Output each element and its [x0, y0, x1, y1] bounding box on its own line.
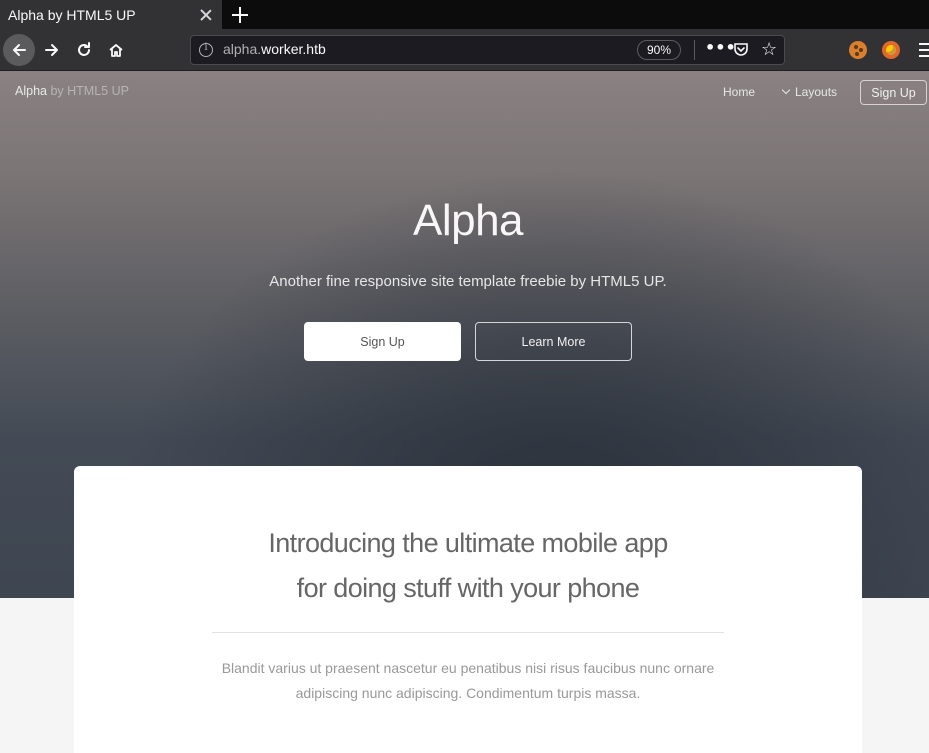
intro-heading-line-2: for doing stuff with your phone	[296, 573, 640, 603]
chevron-down-icon	[781, 85, 791, 95]
browser-tab[interactable]: Alpha by HTML5 UP	[0, 0, 222, 29]
bookmark-star-icon[interactable]: ☆	[761, 40, 777, 60]
intro-card: Introducing the ultimate mobile app for …	[74, 466, 862, 753]
nav-layouts-dropdown[interactable]: Layouts	[781, 85, 838, 99]
more-actions-icon[interactable]: •••	[705, 40, 736, 60]
close-icon[interactable]	[198, 7, 214, 23]
info-icon[interactable]	[199, 42, 213, 57]
intro-heading-line-1: Introducing the ultimate mobile app	[268, 528, 668, 558]
forward-button[interactable]	[36, 34, 68, 66]
intro-text-line-2: adipiscing nunc adipiscing. Condimentum …	[295, 685, 641, 701]
new-tab-icon[interactable]	[230, 5, 250, 25]
url-divider	[694, 40, 695, 60]
cookie-extension-icon[interactable]	[849, 41, 867, 59]
arrow-right-icon	[45, 44, 58, 56]
logo-name: Alpha	[15, 84, 47, 98]
home-icon	[109, 44, 123, 57]
signup-button[interactable]: Sign Up	[304, 322, 461, 361]
hero-title: Alpha	[412, 196, 524, 245]
hero-subtitle: Another fine responsive site template fr…	[269, 273, 667, 290]
reload-icon	[78, 42, 90, 56]
learn-more-button[interactable]: Learn More	[475, 322, 632, 361]
reload-button[interactable]	[68, 34, 100, 66]
arrow-left-icon	[13, 44, 26, 56]
firefox-extension-icon[interactable]	[882, 41, 900, 59]
back-button[interactable]	[3, 34, 35, 66]
url-subdomain: alpha.	[223, 41, 262, 57]
logo-byline: by HTML5 UP	[46, 84, 129, 98]
nav-home-link[interactable]: Home	[723, 85, 755, 99]
divider	[212, 632, 724, 633]
url-bar[interactable]: alpha.worker.htb 90% ••• ☆	[190, 35, 785, 65]
browser-toolbar: alpha.worker.htb 90% ••• ☆	[0, 29, 929, 71]
pocket-icon[interactable]	[733, 41, 749, 61]
zoom-indicator[interactable]: 90%	[637, 40, 681, 60]
intro-text: Blandit varius ut praesent nascetur eu p…	[204, 656, 732, 706]
intro-heading: Introducing the ultimate mobile app for …	[74, 521, 862, 611]
tab-title: Alpha by HTML5 UP	[8, 6, 136, 23]
intro-text-line-1: Blandit varius ut praesent nascetur eu p…	[221, 660, 715, 676]
url-domain: worker.htb	[261, 41, 326, 57]
url-text[interactable]: alpha.worker.htb	[223, 41, 326, 57]
site-logo[interactable]: Alpha by HTML5 UP	[15, 84, 129, 98]
hamburger-menu-icon[interactable]	[919, 43, 929, 57]
nav-layouts-label: Layouts	[795, 85, 838, 99]
tab-strip: Alpha by HTML5 UP	[0, 0, 929, 29]
nav-signup-button[interactable]: Sign Up	[860, 80, 927, 105]
home-button[interactable]	[100, 34, 132, 66]
web-page: Alpha by HTML5 UP Home Layouts Sign Up A…	[0, 71, 929, 753]
site-header: Alpha by HTML5 UP Home Layouts Sign Up	[0, 71, 929, 115]
